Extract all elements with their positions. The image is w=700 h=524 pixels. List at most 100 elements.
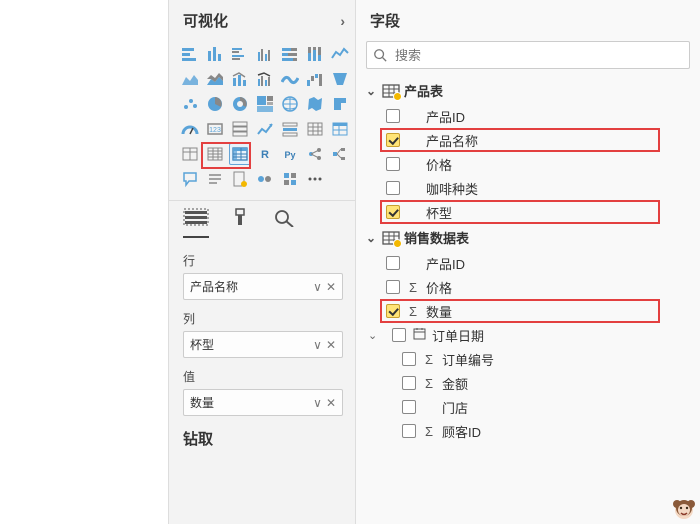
qna-icon[interactable]: [179, 168, 201, 190]
field-row[interactable]: 门店: [356, 395, 700, 419]
key-influencers-icon[interactable]: [304, 143, 326, 165]
funnel-icon[interactable]: [329, 68, 351, 90]
decomposition-icon[interactable]: [329, 143, 351, 165]
field-checkbox[interactable]: [402, 424, 416, 438]
treemap-icon[interactable]: [254, 93, 276, 115]
field-row[interactable]: 价格: [356, 152, 700, 176]
visualizations-header[interactable]: 可视化 ›: [169, 0, 355, 41]
fields-header[interactable]: 字段: [356, 0, 700, 41]
area-chart-icon[interactable]: [179, 68, 201, 90]
field-label: 价格: [426, 278, 452, 297]
field-checkbox[interactable]: [386, 256, 400, 270]
stacked-column-icon[interactable]: [204, 43, 226, 65]
scatter-icon[interactable]: [179, 93, 201, 115]
field-row[interactable]: Σ 价格: [356, 275, 700, 299]
field-row[interactable]: 产品ID: [356, 251, 700, 275]
field-label: 数量: [426, 302, 452, 321]
field-label: 价格: [426, 155, 452, 174]
remove-icon[interactable]: ✕: [326, 280, 336, 294]
field-checkbox[interactable]: [386, 304, 400, 318]
field-row[interactable]: Σ 订单编号: [356, 347, 700, 371]
card-icon[interactable]: 123: [204, 118, 226, 140]
filled-map-icon[interactable]: [304, 93, 326, 115]
slicer-icon[interactable]: [279, 118, 301, 140]
rows-well-value: 产品名称: [190, 278, 238, 295]
ribbon-chart-icon[interactable]: [279, 68, 301, 90]
field-row[interactable]: 杯型: [356, 200, 700, 224]
fields-search[interactable]: [366, 41, 690, 69]
line-chart-icon[interactable]: [329, 43, 351, 65]
r-script-icon[interactable]: R: [254, 143, 276, 165]
matrix-border-icon[interactable]: [329, 118, 351, 140]
field-checkbox[interactable]: [392, 328, 406, 342]
highlight-box: [380, 128, 660, 152]
clustered-bar-icon[interactable]: [229, 43, 251, 65]
table-icon[interactable]: [304, 118, 326, 140]
field-row[interactable]: ⌄ 订单日期: [356, 323, 700, 347]
stacked-bar-100-icon[interactable]: [279, 43, 301, 65]
visualizations-panel: 可视化 › 123: [168, 0, 356, 524]
stacked-column-100-icon[interactable]: [304, 43, 326, 65]
field-checkbox[interactable]: [386, 181, 400, 195]
field-checkbox[interactable]: [386, 205, 400, 219]
calendar-icon: [412, 327, 426, 343]
field-row[interactable]: Σ 金额: [356, 371, 700, 395]
py-script-icon[interactable]: Py: [279, 143, 301, 165]
table-row[interactable]: ⌄ 产品表: [356, 77, 700, 104]
field-checkbox[interactable]: [402, 400, 416, 414]
arcgis-icon[interactable]: [254, 168, 276, 190]
search-input[interactable]: [393, 47, 683, 64]
field-label: 产品ID: [426, 107, 465, 126]
field-checkbox[interactable]: [402, 352, 416, 366]
sigma-icon: Σ: [422, 376, 436, 391]
chevron-down-icon: ∨: [313, 338, 322, 352]
paginated-icon[interactable]: [229, 168, 251, 190]
field-checkbox[interactable]: [386, 280, 400, 294]
field-row[interactable]: 咖啡种类: [356, 176, 700, 200]
format-tab[interactable]: [227, 207, 253, 238]
narrative-icon[interactable]: [204, 168, 226, 190]
gauge-icon[interactable]: [179, 118, 201, 140]
field-row[interactable]: Σ 顾客ID: [356, 419, 700, 443]
table-row[interactable]: ⌄ 销售数据表: [356, 224, 700, 251]
fields-tree: ⌄ 产品表 产品ID 产品名称 价格 咖啡种类 杯型 ⌄: [356, 75, 700, 443]
field-checkbox[interactable]: [386, 157, 400, 171]
field-row[interactable]: 产品ID: [356, 104, 700, 128]
analytics-tab[interactable]: [271, 207, 297, 238]
field-row[interactable]: Σ 数量: [356, 299, 700, 323]
line-stacked-column-icon[interactable]: [229, 68, 251, 90]
svg-text:R: R: [261, 149, 269, 161]
donut-icon[interactable]: [229, 93, 251, 115]
map-icon[interactable]: [279, 93, 301, 115]
field-checkbox[interactable]: [386, 133, 400, 147]
stacked-bar-icon[interactable]: [179, 43, 201, 65]
field-checkbox[interactable]: [386, 109, 400, 123]
sigma-icon: Σ: [406, 304, 420, 319]
kpi-icon[interactable]: [254, 118, 276, 140]
columns-well[interactable]: 杯型 ∨✕: [183, 331, 343, 358]
line-clustered-column-icon[interactable]: [254, 68, 276, 90]
values-well[interactable]: 数量 ∨✕: [183, 389, 343, 416]
svg-text:Py: Py: [284, 150, 295, 160]
visual-type-grid: 123 R Py: [169, 41, 355, 196]
drillthrough-header[interactable]: 钻取: [169, 416, 355, 455]
remove-icon[interactable]: ✕: [326, 338, 336, 352]
more-visuals-icon[interactable]: [304, 168, 326, 190]
waterfall-icon[interactable]: [304, 68, 326, 90]
clustered-column-icon[interactable]: [254, 43, 276, 65]
shape-map-icon[interactable]: [329, 93, 351, 115]
matrix-visual-icon[interactable]: [229, 143, 251, 165]
field-row[interactable]: 产品名称: [356, 128, 700, 152]
table-visual-icon[interactable]: [204, 143, 226, 165]
field-label: 产品名称: [426, 131, 478, 150]
r-visual-icon[interactable]: [179, 143, 201, 165]
fields-tab[interactable]: [183, 207, 209, 238]
chevron-down-icon: ⌄: [364, 231, 378, 245]
powerapps-icon[interactable]: [279, 168, 301, 190]
multi-row-card-icon[interactable]: [229, 118, 251, 140]
remove-icon[interactable]: ✕: [326, 396, 336, 410]
stacked-area-icon[interactable]: [204, 68, 226, 90]
pie-icon[interactable]: [204, 93, 226, 115]
field-checkbox[interactable]: [402, 376, 416, 390]
rows-well[interactable]: 产品名称 ∨✕: [183, 273, 343, 300]
